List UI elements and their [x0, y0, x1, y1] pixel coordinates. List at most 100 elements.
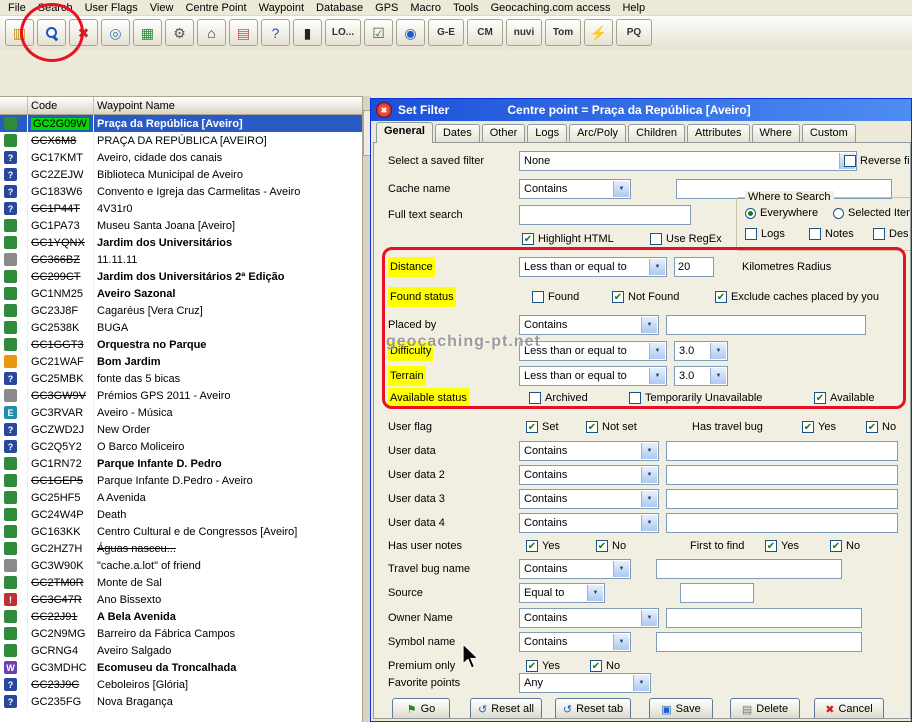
available-checkbox[interactable]: Available — [814, 388, 874, 408]
menu-file[interactable]: File — [2, 2, 32, 14]
travel-bug-name-input[interactable] — [656, 559, 842, 579]
source-input[interactable] — [680, 583, 754, 603]
user-flag-not-set-checkbox[interactable]: Not set — [586, 417, 637, 437]
name-column-header[interactable]: Waypoint Name — [94, 97, 362, 114]
list-row[interactable]: GCX6M8PRAÇA DA REPÚBLICA [AVEIRO] — [0, 132, 362, 149]
user-data-op-select[interactable]: Contains ▼ — [519, 441, 659, 461]
edit-waypoint-button[interactable]: ☑ — [364, 19, 393, 46]
tab-arc-poly[interactable]: Arc/Poly — [569, 124, 626, 143]
user-data-4-input[interactable] — [666, 513, 898, 533]
gps-transfer-button[interactable]: ◎ — [101, 19, 130, 46]
delete-button[interactable]: ▤Delete — [730, 698, 800, 719]
symbol-name-input[interactable] — [656, 632, 862, 652]
loc-button[interactable]: LO... — [325, 19, 361, 46]
symbol-name-op-select[interactable]: Contains ▼ — [519, 632, 631, 652]
open-database-button[interactable]: ▥ — [5, 19, 34, 46]
pq-button[interactable]: PQ — [616, 19, 652, 46]
tab-attributes[interactable]: Attributes — [687, 124, 749, 143]
list-row[interactable]: GC1PA73Museu Santa Joana [Aveiro] — [0, 217, 362, 234]
list-row[interactable]: GC1GGT3Orquestra no Parque — [0, 336, 362, 353]
centre-point-button[interactable]: ⌂ — [197, 19, 226, 46]
close-icon[interactable]: ✖ — [376, 102, 392, 118]
list-row[interactable]: GC25HF5A Avenida — [0, 489, 362, 506]
list-row[interactable]: ?GC183W6Convento e Igreja das Carmelitas… — [0, 183, 362, 200]
list-row[interactable]: ?GC23J9CCeboleiros [Glória] — [0, 676, 362, 693]
help-button[interactable]: ? — [261, 19, 290, 46]
list-row[interactable]: GC1GEP5Parque Infante D.Pedro - Aveiro — [0, 472, 362, 489]
user-notes-yes-checkbox[interactable]: Yes — [526, 536, 560, 556]
list-row[interactable]: GC21WAFBom Jardim — [0, 353, 362, 370]
tab-children[interactable]: Children — [628, 124, 685, 143]
has-travel-bug-no-checkbox[interactable]: No — [866, 417, 896, 437]
list-row[interactable]: GC299CTJardim dos Universitários 2ª Ediç… — [0, 268, 362, 285]
menu-tools[interactable]: Tools — [447, 2, 485, 14]
owner-name-input[interactable] — [666, 608, 862, 628]
menu-centre-point[interactable]: Centre Point — [179, 2, 252, 14]
user-flag-set-checkbox[interactable]: Set — [526, 417, 559, 437]
user-data-4-op-select[interactable]: Contains ▼ — [519, 513, 659, 533]
user-notes-no-checkbox[interactable]: No — [596, 536, 626, 556]
menu-macro[interactable]: Macro — [404, 2, 447, 14]
delete-waypoint-button[interactable]: ✖ — [69, 19, 98, 46]
user-data-3-op-select[interactable]: Contains ▼ — [519, 489, 659, 509]
ge-button[interactable]: G-E — [428, 19, 464, 46]
list-row[interactable]: WGC3MDHCEcomuseu da Troncalhada — [0, 659, 362, 676]
highlight-html-checkbox[interactable]: Highlight HTML — [522, 229, 614, 249]
tab-where[interactable]: Where — [752, 124, 800, 143]
web-update-button[interactable]: ◉ — [396, 19, 425, 46]
description-checkbox[interactable]: Des — [873, 228, 909, 240]
menu-geocaching-com-access[interactable]: Geocaching.com access — [485, 2, 617, 14]
cancel-button[interactable]: ✖Cancel — [814, 698, 884, 719]
list-row[interactable]: GC1RN72Parque Infante D. Pedro — [0, 455, 362, 472]
selected-items-radio[interactable]: Selected Items — [833, 207, 911, 219]
first-to-find-yes-checkbox[interactable]: Yes — [765, 536, 799, 556]
list-row[interactable]: EGC3RVARAveiro - Música — [0, 404, 362, 421]
list-row[interactable]: ?GCZWD2JNew Order — [0, 421, 362, 438]
not-found-checkbox[interactable]: Not Found — [612, 287, 679, 307]
terrain-op-select[interactable]: Less than or equal to ▼ — [519, 366, 667, 386]
menu-gps[interactable]: GPS — [369, 2, 404, 14]
tom-button[interactable]: Tom — [545, 19, 581, 46]
calendar-button[interactable]: ▤ — [229, 19, 258, 46]
distance-value-input[interactable] — [674, 257, 714, 277]
menu-waypoint[interactable]: Waypoint — [253, 2, 310, 14]
saved-filter-select[interactable]: None ▼ — [519, 151, 857, 171]
exclude-placed-checkbox[interactable]: Exclude caches placed by you — [715, 287, 879, 307]
code-search-button[interactable] — [37, 19, 66, 46]
menu-view[interactable]: View — [144, 2, 180, 14]
difficulty-value-select[interactable]: 3.0 ▼ — [674, 341, 728, 361]
list-row[interactable]: GC22J91A Bela Avenida — [0, 608, 362, 625]
list-row[interactable]: GC3GW9VPrémios GPS 2011 - Aveiro — [0, 387, 362, 404]
difficulty-op-select[interactable]: Less than or equal to ▼ — [519, 341, 667, 361]
notes-checkbox[interactable]: Notes — [809, 228, 854, 240]
save-button[interactable]: ▣Save — [649, 698, 713, 719]
code-column-header[interactable]: Code — [28, 97, 94, 114]
macro-button[interactable]: ⚡ — [584, 19, 613, 46]
list-row[interactable]: ?GC235FGNova Bragança — [0, 693, 362, 710]
list-row[interactable]: !GC3C47RAno Bissexto — [0, 591, 362, 608]
user-data-input[interactable] — [666, 441, 898, 461]
user-data-3-input[interactable] — [666, 489, 898, 509]
list-row[interactable]: GC1YQNXJardim dos Universitários — [0, 234, 362, 251]
source-op-select[interactable]: Equal to ▼ — [519, 583, 605, 603]
favorite-points-select[interactable]: Any ▼ — [519, 673, 651, 693]
found-checkbox[interactable]: Found — [532, 287, 579, 307]
list-row[interactable]: ?GC2Q5Y2O Barco Moliceiro — [0, 438, 362, 455]
tab-other[interactable]: Other — [482, 124, 526, 143]
icon-column-header[interactable] — [0, 97, 28, 114]
cm-button[interactable]: CM — [467, 19, 503, 46]
filter-button[interactable]: ⚙ — [165, 19, 194, 46]
list-row[interactable]: GC3W90K"cache.a.lot" of friend — [0, 557, 362, 574]
list-row[interactable]: GC2TM0RMonte de Sal — [0, 574, 362, 591]
list-row[interactable]: ?GC2ZEJWBiblioteca Municipal de Aveiro — [0, 166, 362, 183]
menu-help[interactable]: Help — [616, 2, 651, 14]
cache-name-op-select[interactable]: Contains ▼ — [519, 179, 631, 199]
reverse-filter-checkbox[interactable]: Reverse filter — [844, 151, 911, 171]
list-row[interactable]: GC2G09WPraça da República [Aveiro] — [0, 115, 362, 132]
tab-general[interactable]: General — [376, 122, 433, 143]
list-row[interactable]: GC24W4PDeath — [0, 506, 362, 523]
list-row[interactable]: GCRNG4Aveiro Salgado — [0, 642, 362, 659]
archived-checkbox[interactable]: Archived — [529, 388, 588, 408]
tab-custom[interactable]: Custom — [802, 124, 856, 143]
tab-dates[interactable]: Dates — [435, 124, 480, 143]
